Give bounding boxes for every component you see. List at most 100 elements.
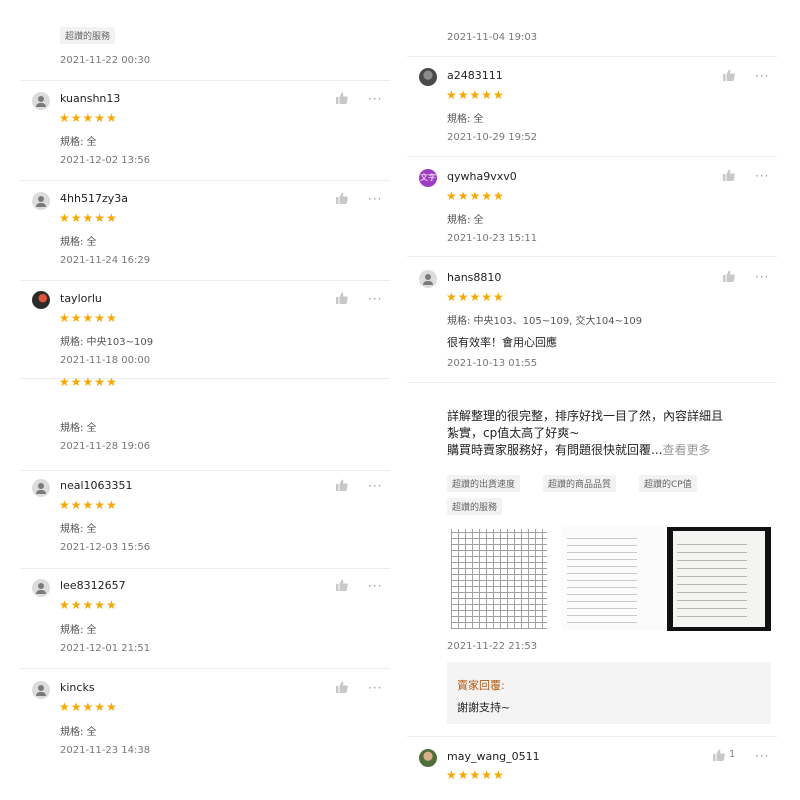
review-item-partial: 超讚的服務 2021-11-22 00:30 bbox=[20, 0, 390, 81]
review-item: kuanshn13 ··· ★★★★★ 規格: 全 2021-12-02 13:… bbox=[20, 80, 390, 181]
review-date: 2021-11-22 21:53 bbox=[447, 641, 538, 652]
review-tag: 超讚的商品品質 bbox=[543, 475, 617, 492]
review-item: taylorlu ··· ★★★★★ 規格: 中央103~109 2021-11… bbox=[20, 280, 390, 379]
review-date: 2021-12-03 15:56 bbox=[60, 542, 151, 553]
review-photo[interactable] bbox=[561, 527, 665, 631]
review-username[interactable]: qywha9vxv0 bbox=[447, 170, 517, 183]
review-item: kincks ··· ★★★★★ 規格: 全 2021-11-23 14:38 bbox=[20, 668, 390, 768]
default-avatar-icon[interactable] bbox=[32, 579, 50, 597]
rating-stars: ★★★★★ bbox=[59, 211, 118, 225]
review-username[interactable]: taylorlu bbox=[60, 292, 102, 305]
review-spec: 規格: 全 bbox=[60, 423, 97, 434]
thumbs-up-icon[interactable] bbox=[723, 169, 735, 181]
review-item: lee8312657 ··· ★★★★★ 規格: 全 2021-12-01 21… bbox=[20, 568, 390, 669]
rating-stars: ★★★★★ bbox=[59, 700, 118, 714]
review-spec: 規格: 中央103~109 bbox=[60, 337, 154, 348]
review-username[interactable]: 4hh517zy3a bbox=[60, 192, 128, 205]
default-avatar-icon[interactable] bbox=[32, 479, 50, 497]
seller-reply: 賣家回覆: 謝謝支持~ bbox=[447, 662, 771, 724]
thumbs-up-icon[interactable] bbox=[336, 92, 348, 104]
user-avatar[interactable]: 文字 bbox=[419, 169, 437, 187]
review-tag: 超讚的出貨速度 bbox=[447, 475, 521, 492]
rating-stars: ★★★★★ bbox=[59, 111, 118, 125]
review-date: 2021-11-24 16:29 bbox=[60, 255, 151, 266]
review-column-right: 2021-11-04 19:03 a2483111 ··· ★★★★★ 規格: … bbox=[407, 0, 777, 800]
review-text-line: 購買時賣家服務好，有問題很快就回覆... bbox=[447, 443, 663, 457]
review-date: 2021-11-04 19:03 bbox=[447, 32, 538, 43]
user-avatar[interactable] bbox=[419, 68, 437, 86]
review-username[interactable]: kuanshn13 bbox=[60, 92, 120, 105]
review-username[interactable]: lee8312657 bbox=[60, 579, 126, 592]
review-spec: 規格: 中央103、105~109, 交大104~109 bbox=[447, 316, 643, 327]
more-options-icon[interactable]: ··· bbox=[368, 480, 382, 492]
like-count: 1 bbox=[729, 749, 736, 760]
review-username[interactable]: a2483111 bbox=[447, 69, 503, 82]
review-comment: 很有效率！會用心回應 bbox=[447, 336, 557, 349]
thumbs-up-icon[interactable] bbox=[336, 479, 348, 491]
thumbs-up-icon[interactable] bbox=[723, 69, 735, 81]
review-username[interactable]: hans8810 bbox=[447, 271, 501, 284]
review-username[interactable]: kincks bbox=[60, 681, 95, 694]
review-spec: 規格: 全 bbox=[60, 727, 97, 738]
rating-stars: ★★★★★ bbox=[446, 88, 505, 102]
default-avatar-icon[interactable] bbox=[419, 270, 437, 288]
rating-stars: ★★★★★ bbox=[446, 768, 505, 782]
review-text-line: 購買時賣家服務好，有問題很快就回覆...查看更多 bbox=[447, 442, 777, 459]
more-options-icon[interactable]: ··· bbox=[368, 580, 382, 592]
rating-stars: ★★★★★ bbox=[446, 290, 505, 304]
more-options-icon[interactable]: ··· bbox=[368, 682, 382, 694]
review-tag: 超讚的服務 bbox=[60, 27, 116, 44]
review-item: neal1063351 ··· ★★★★★ 規格: 全 2021-12-03 1… bbox=[20, 470, 390, 569]
rating-stars: ★★★★★ bbox=[59, 311, 118, 325]
more-options-icon[interactable]: ··· bbox=[755, 170, 769, 182]
review-photo[interactable] bbox=[447, 527, 551, 631]
more-options-icon[interactable]: ··· bbox=[755, 750, 769, 762]
review-spec: 規格: 全 bbox=[60, 625, 97, 636]
review-item: 文字 qywha9vxv0 ··· ★★★★★ 規格: 全 2021-10-23… bbox=[407, 156, 777, 257]
thumbs-up-icon[interactable] bbox=[336, 579, 348, 591]
seller-reply-label: 賣家回覆: bbox=[457, 679, 505, 692]
default-avatar-icon[interactable] bbox=[32, 681, 50, 699]
review-tag: 超讚的服務 bbox=[447, 498, 503, 515]
review-text: 詳解整理的很完整，排序好找一目了然，內容詳細且 紮實，cp值太高了好爽~ 購買時… bbox=[447, 408, 777, 459]
review-date: 2021-11-28 19:06 bbox=[60, 441, 151, 452]
review-spec: 規格: 全 bbox=[60, 524, 97, 535]
review-username[interactable]: may_wang_0511 bbox=[447, 750, 540, 763]
user-avatar[interactable] bbox=[32, 291, 50, 309]
review-username[interactable]: neal1063351 bbox=[60, 479, 133, 492]
more-options-icon[interactable]: ··· bbox=[368, 193, 382, 205]
review-column-left: 超讚的服務 2021-11-22 00:30 kuanshn13 ··· ★★★… bbox=[20, 0, 390, 800]
default-avatar-icon[interactable] bbox=[32, 92, 50, 110]
review-date: 2021-11-18 00:00 bbox=[60, 355, 151, 366]
see-more-link[interactable]: 查看更多 bbox=[662, 443, 710, 457]
seller-reply-text: 謝謝支持~ bbox=[457, 701, 511, 714]
review-photo[interactable] bbox=[667, 527, 771, 631]
review-spec: 規格: 全 bbox=[447, 114, 484, 125]
review-date: 2021-11-22 00:30 bbox=[60, 55, 151, 66]
review-spec: 規格: 全 bbox=[447, 215, 484, 226]
thumbs-up-icon[interactable] bbox=[336, 192, 348, 204]
more-options-icon[interactable]: ··· bbox=[368, 293, 382, 305]
default-avatar-icon[interactable] bbox=[32, 192, 50, 210]
user-avatar[interactable] bbox=[419, 749, 437, 767]
rating-stars: ★★★★★ bbox=[446, 189, 505, 203]
rating-stars: ★★★★★ bbox=[59, 598, 118, 612]
more-options-icon[interactable]: ··· bbox=[755, 70, 769, 82]
review-item: a2483111 ··· ★★★★★ 規格: 全 2021-10-29 19:5… bbox=[407, 56, 777, 157]
thumbs-up-icon[interactable] bbox=[336, 681, 348, 693]
review-text-line: 詳解整理的很完整，排序好找一目了然，內容詳細且 bbox=[447, 409, 724, 423]
review-date: 2021-10-13 01:55 bbox=[447, 358, 538, 369]
rating-stars: ★★★★★ bbox=[59, 498, 118, 512]
review-date: 2021-12-02 13:56 bbox=[60, 155, 151, 166]
review-item-partial: 2021-11-04 19:03 bbox=[407, 0, 777, 57]
thumbs-up-icon[interactable] bbox=[713, 749, 725, 761]
thumbs-up-icon[interactable] bbox=[723, 270, 735, 282]
review-spec: 規格: 全 bbox=[60, 137, 97, 148]
review-date: 2021-10-23 15:11 bbox=[447, 233, 538, 244]
review-date: 2021-10-29 19:52 bbox=[447, 132, 538, 143]
thumbs-up-icon[interactable] bbox=[336, 292, 348, 304]
more-options-icon[interactable]: ··· bbox=[368, 93, 382, 105]
more-options-icon[interactable]: ··· bbox=[755, 271, 769, 283]
review-item: may_wang_0511 1 ··· ★★★★★ bbox=[407, 736, 777, 800]
review-date: 2021-11-23 14:38 bbox=[60, 745, 151, 756]
